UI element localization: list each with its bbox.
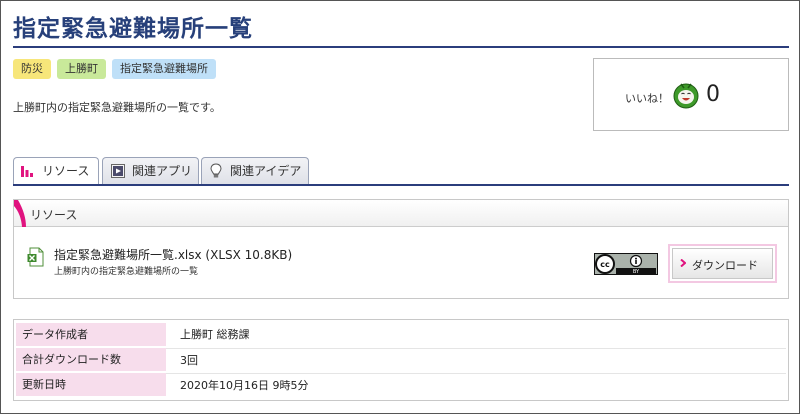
excel-file-icon bbox=[27, 247, 45, 267]
lightbulb-icon bbox=[210, 163, 222, 178]
resource-file-name[interactable]: 指定緊急避難場所一覧.xlsx (XLSX 10.8KB) bbox=[54, 246, 292, 263]
download-button-label: ダウンロード bbox=[692, 259, 758, 272]
tab-resources-label: リソース bbox=[42, 164, 90, 178]
tab-related-apps[interactable]: 関連アプリ bbox=[102, 157, 199, 184]
tab-related-ideas-label: 関連アイデア bbox=[230, 164, 302, 178]
resource-panel-title: リソース bbox=[30, 208, 78, 222]
metadata-value: 2020年10月16日 9時5分 bbox=[166, 373, 786, 396]
bar-chart-icon bbox=[21, 166, 33, 177]
app-window-icon bbox=[111, 164, 125, 178]
tab-related-ideas[interactable]: 関連アイデア bbox=[201, 157, 309, 184]
tag-evacuation-site[interactable]: 指定緊急避難場所 bbox=[112, 59, 216, 79]
page-frame: 指定緊急避難場所一覧 防災 上勝町 指定緊急避難場所 上勝町内の指定緊急避難場所… bbox=[0, 0, 800, 414]
resource-file-description: 上勝町内の指定緊急避難場所の一覧 bbox=[54, 267, 199, 277]
like-count: 0 bbox=[706, 82, 720, 107]
resource-panel-header: リソース bbox=[14, 200, 788, 227]
header-accent bbox=[14, 200, 26, 227]
tag-list: 防災 上勝町 指定緊急避難場所 bbox=[13, 59, 216, 79]
svg-text:BY: BY bbox=[633, 269, 640, 275]
metadata-row: データ作成者 上勝町 総務課 bbox=[14, 323, 788, 346]
download-button[interactable]: ダウンロード bbox=[672, 248, 773, 279]
smiling-face-icon[interactable] bbox=[672, 81, 700, 109]
metadata-key: データ作成者 bbox=[16, 323, 166, 346]
page-title: 指定緊急避難場所一覧 bbox=[13, 16, 253, 42]
tag-bousai[interactable]: 防災 bbox=[13, 59, 51, 79]
metadata-row: 更新日時 2020年10月16日 9時5分 bbox=[14, 373, 788, 396]
metadata-key: 合計ダウンロード数 bbox=[16, 348, 166, 371]
metadata-key: 更新日時 bbox=[16, 373, 166, 396]
download-button-frame: ダウンロード bbox=[668, 244, 777, 283]
svg-text:cc: cc bbox=[600, 260, 610, 269]
metadata-value: 3回 bbox=[166, 348, 786, 371]
like-label: いいね！ bbox=[625, 92, 669, 105]
chevron-right-icon bbox=[680, 259, 686, 267]
like-box: いいね！ 0 bbox=[593, 58, 789, 131]
tab-divider bbox=[13, 184, 789, 186]
metadata-table: データ作成者 上勝町 総務課 合計ダウンロード数 3回 更新日時 2020年10… bbox=[13, 319, 789, 401]
cc-by-license-icon[interactable]: BY cc bbox=[594, 253, 658, 275]
tab-related-apps-label: 関連アプリ bbox=[132, 164, 193, 178]
tag-kamikatsu[interactable]: 上勝町 bbox=[57, 59, 106, 79]
tab-resources[interactable]: リソース bbox=[13, 157, 99, 185]
metadata-value: 上勝町 総務課 bbox=[180, 328, 250, 341]
title-divider bbox=[13, 46, 789, 48]
page-description: 上勝町内の指定緊急避難場所の一覧です。 bbox=[13, 101, 221, 114]
metadata-row: 合計ダウンロード数 3回 bbox=[14, 348, 788, 371]
